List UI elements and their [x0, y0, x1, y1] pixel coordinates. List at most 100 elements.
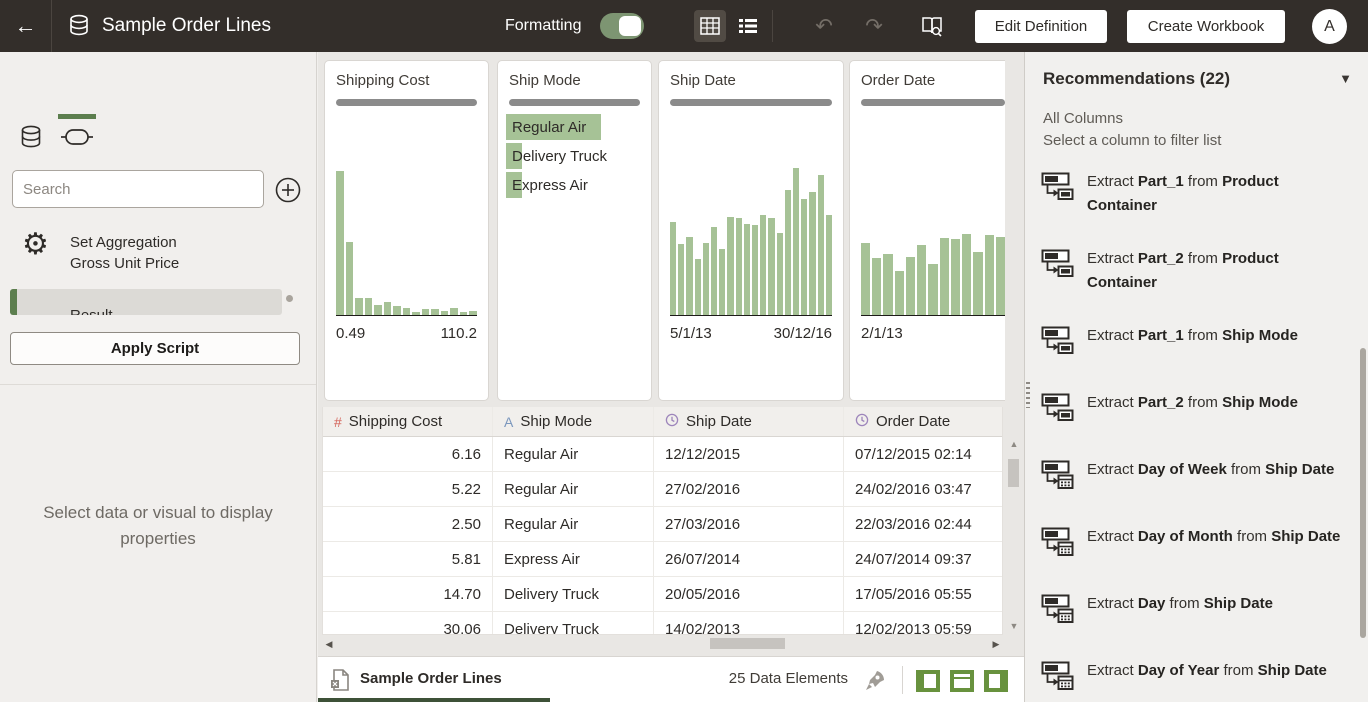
table-row[interactable]: 2.50Regular Air27/03/201622/03/2016 02:4… — [323, 507, 1002, 542]
histogram-bar[interactable] — [928, 264, 937, 315]
histogram-bar[interactable] — [695, 259, 701, 315]
horizontal-scroll-thumb[interactable] — [710, 638, 785, 649]
histogram-bar[interactable] — [962, 234, 971, 315]
histogram-bar[interactable] — [355, 298, 363, 315]
grid-view-button[interactable] — [694, 10, 726, 42]
table-horizontal-scrollbar[interactable]: ◀ ▶ — [322, 636, 1003, 652]
scroll-down-icon[interactable]: ▼ — [1006, 619, 1022, 633]
recommendation-item[interactable]: Extract Part_2 from Product Container — [1041, 247, 1352, 295]
histogram-bar[interactable] — [365, 298, 373, 315]
histogram-bar[interactable] — [760, 215, 766, 315]
histogram-bar[interactable] — [818, 175, 824, 315]
histogram-bar[interactable] — [441, 311, 449, 315]
histogram-bar[interactable] — [336, 171, 344, 315]
histogram-bar[interactable] — [801, 199, 807, 315]
rocket-icon[interactable] — [864, 669, 886, 696]
histogram-bar[interactable] — [736, 218, 742, 315]
column-header-ship-mode[interactable]: AShip Mode — [493, 407, 654, 436]
column-header-ship-date[interactable]: Ship Date — [654, 407, 844, 436]
histogram-bar[interactable] — [951, 239, 960, 315]
histogram-bar[interactable] — [777, 233, 783, 315]
search-input[interactable] — [12, 170, 264, 208]
recommendation-item[interactable]: Extract Day of Year from Ship Date — [1041, 659, 1352, 697]
panel-scroll-thumb[interactable] — [1360, 348, 1366, 638]
value-row[interactable]: Regular Air — [506, 114, 643, 140]
formatting-toggle[interactable] — [600, 13, 644, 39]
histogram-bar[interactable] — [469, 311, 477, 315]
histogram-bar[interactable] — [768, 218, 774, 315]
recommendation-item[interactable]: Extract Day of Week from Ship Date — [1041, 458, 1352, 496]
histogram-bar[interactable] — [374, 305, 382, 315]
profile-card-order-date[interactable]: Order Date2/1/13 — [849, 60, 1005, 401]
histogram-bar[interactable] — [973, 252, 982, 315]
histogram-bar[interactable] — [686, 237, 692, 315]
histogram-bar[interactable] — [384, 302, 392, 315]
histogram-bar[interactable] — [412, 312, 420, 315]
list-view-button[interactable] — [732, 10, 764, 42]
tab-prepare-scripts[interactable] — [60, 120, 94, 154]
table-row[interactable]: 30.06Delivery Truck14/02/201312/02/2013 … — [323, 612, 1002, 635]
scroll-left-icon[interactable]: ◀ — [322, 636, 336, 652]
user-avatar[interactable]: A — [1312, 9, 1347, 44]
edit-definition-button[interactable]: Edit Definition — [975, 10, 1107, 43]
layout-left-panel-icon[interactable] — [916, 670, 940, 692]
histogram-bar[interactable] — [711, 227, 717, 315]
quality-bar[interactable] — [509, 99, 640, 106]
histogram-bar[interactable] — [872, 258, 881, 315]
histogram-bar[interactable] — [785, 190, 791, 315]
profile-card-shipping-cost[interactable]: Shipping Cost0.49110.2 — [324, 60, 489, 401]
histogram-bar[interactable] — [403, 308, 411, 315]
quality-bar[interactable] — [336, 99, 477, 106]
histogram-bar[interactable] — [809, 192, 815, 315]
quality-bar[interactable] — [861, 99, 1005, 106]
table-row[interactable]: 6.16Regular Air12/12/201507/12/2015 02:1… — [323, 437, 1002, 472]
histogram-bar[interactable] — [826, 215, 832, 315]
table-row[interactable]: 5.22Regular Air27/02/201624/02/2016 03:4… — [323, 472, 1002, 507]
histogram-bar[interactable] — [346, 242, 354, 315]
histogram-bar[interactable] — [985, 235, 994, 315]
histogram-bar[interactable] — [744, 224, 750, 315]
value-row[interactable]: Delivery Truck — [506, 143, 643, 169]
layout-top-panel-icon[interactable] — [950, 670, 974, 692]
histogram-bar[interactable] — [422, 309, 430, 315]
histogram-bar[interactable] — [431, 309, 439, 315]
value-row[interactable]: Express Air — [506, 172, 643, 198]
histogram-bar[interactable] — [393, 306, 401, 315]
undo-button[interactable]: ↶ — [808, 10, 840, 42]
histogram-bar[interactable] — [678, 244, 684, 315]
histogram-bar[interactable] — [996, 237, 1005, 315]
dataset-tab[interactable]: Sample Order Lines — [360, 670, 502, 687]
vertical-scroll-thumb[interactable] — [1008, 459, 1019, 487]
panel-resize-grip[interactable] — [1026, 382, 1030, 408]
histogram-bar[interactable] — [917, 245, 926, 315]
histogram-bar[interactable] — [727, 217, 733, 315]
column-header-shipping-cost[interactable]: #Shipping Cost — [323, 407, 493, 436]
recommendation-item[interactable]: Extract Day from Ship Date — [1041, 592, 1352, 630]
histogram-bar[interactable] — [861, 243, 870, 315]
tab-data-panel[interactable] — [14, 120, 48, 154]
profile-card-ship-date[interactable]: Ship Date5/1/1330/12/16 — [658, 60, 844, 401]
table-row[interactable]: 14.70Delivery Truck20/05/201617/05/2016 … — [323, 577, 1002, 612]
table-vertical-scrollbar[interactable]: ▲ ▼ — [1006, 437, 1022, 633]
recommendation-item[interactable]: Extract Part_2 from Ship Mode — [1041, 391, 1352, 429]
scroll-right-icon[interactable]: ▶ — [989, 636, 1003, 652]
recommendation-item[interactable]: Extract Part_1 from Product Container — [1041, 170, 1352, 218]
step-menu-dot[interactable] — [286, 295, 293, 302]
collapse-panel-icon[interactable]: ▼ — [1339, 71, 1352, 86]
histogram-bar[interactable] — [895, 271, 904, 315]
script-step-result-partial[interactable]: Result — [10, 289, 282, 315]
back-button[interactable]: ← — [0, 0, 52, 52]
layout-right-panel-icon[interactable] — [984, 670, 1008, 692]
histogram-bar[interactable] — [670, 222, 676, 315]
recommendation-item[interactable]: Extract Part_1 from Ship Mode — [1041, 324, 1352, 362]
histogram-bar[interactable] — [883, 254, 892, 315]
histogram-bar[interactable] — [906, 257, 915, 315]
table-row[interactable]: 5.81Express Air26/07/201424/07/2014 09:3… — [323, 542, 1002, 577]
histogram-bar[interactable] — [450, 308, 458, 315]
column-header-order-date[interactable]: Order Date — [844, 407, 1003, 436]
histogram-bar[interactable] — [703, 243, 709, 315]
redo-button[interactable]: ↷ — [858, 10, 890, 42]
histogram-bar[interactable] — [752, 225, 758, 315]
scroll-up-icon[interactable]: ▲ — [1006, 437, 1022, 451]
histogram-bar[interactable] — [940, 238, 949, 315]
